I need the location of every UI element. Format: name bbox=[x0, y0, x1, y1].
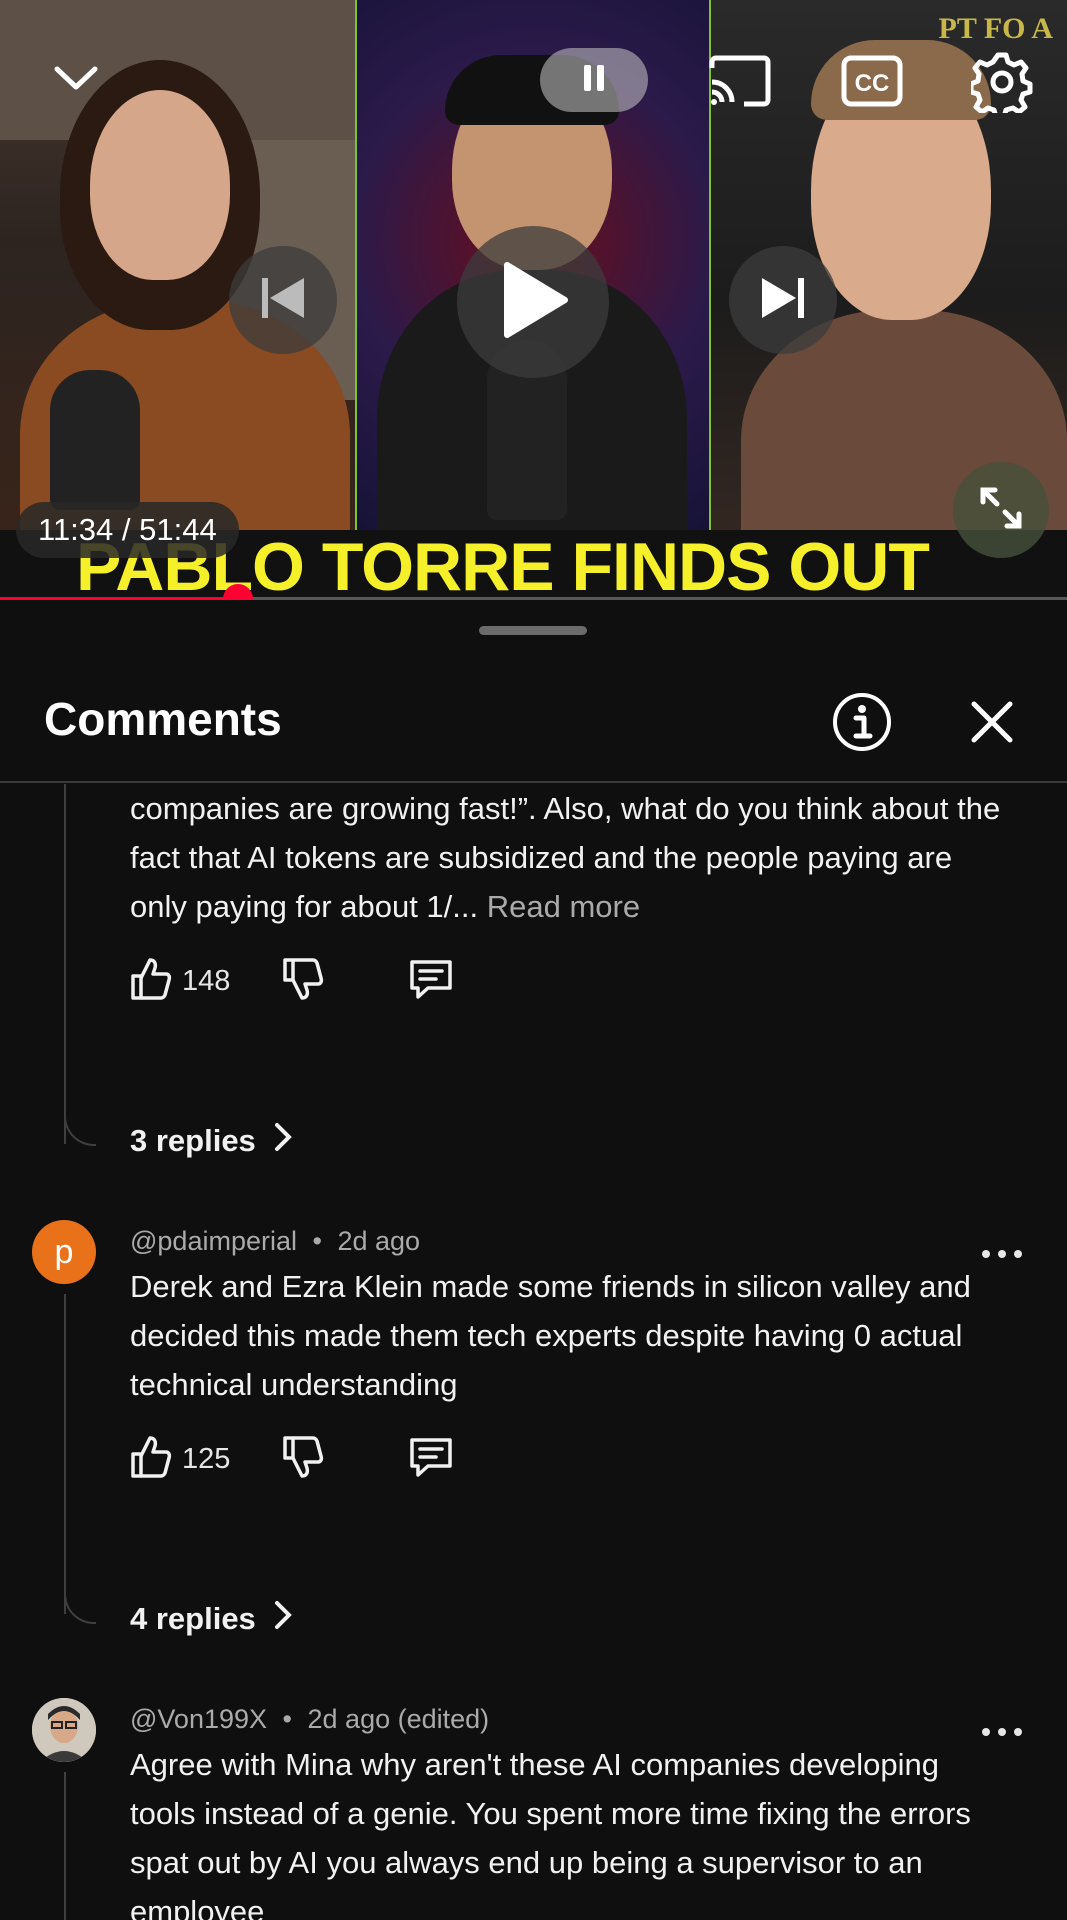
cast-icon[interactable] bbox=[706, 52, 774, 110]
comment-author[interactable]: @pdaimperial bbox=[130, 1226, 297, 1256]
comment-age: 2d ago bbox=[337, 1226, 421, 1256]
comment-reply-icon bbox=[408, 1435, 454, 1484]
thread-curve bbox=[64, 1560, 96, 1624]
thread-line bbox=[64, 1772, 66, 1920]
previous-button[interactable] bbox=[229, 246, 337, 354]
avatar[interactable]: p bbox=[32, 1220, 96, 1284]
reply-button[interactable] bbox=[408, 1435, 454, 1484]
like-count: 148 bbox=[182, 964, 231, 997]
thumbs-up-icon bbox=[130, 957, 172, 1006]
header-divider bbox=[0, 781, 1067, 783]
replies-toggle[interactable]: 4 replies bbox=[130, 1600, 292, 1638]
comments-sheet: Comments companies are growing fast!”. A… bbox=[0, 602, 1067, 1920]
thumbs-down-icon bbox=[282, 957, 324, 1006]
comment-author[interactable]: @Von199X bbox=[130, 1704, 267, 1734]
fullscreen-expand-icon bbox=[977, 484, 1025, 537]
comments-title: Comments bbox=[44, 693, 282, 745]
comment-actions: 125 bbox=[130, 1434, 454, 1484]
comment-actions: 148 bbox=[130, 956, 454, 1006]
chevron-right-icon bbox=[274, 1122, 292, 1160]
captions-icon[interactable]: CC bbox=[840, 54, 904, 108]
replies-toggle[interactable]: 3 replies bbox=[130, 1122, 292, 1160]
play-icon bbox=[497, 261, 569, 344]
comment-meta: @pdaimperial • 2d ago bbox=[130, 1226, 421, 1256]
close-icon[interactable] bbox=[960, 690, 1024, 754]
channel-logo: PT FO A bbox=[938, 12, 1053, 45]
comments-list: companies are growing fast!”. Also, what… bbox=[0, 784, 1067, 1920]
comment-age: 2d ago (edited) bbox=[307, 1704, 490, 1734]
comment-text: Agree with Mina why aren't these AI comp… bbox=[130, 1747, 971, 1920]
reply-button[interactable] bbox=[408, 957, 454, 1006]
like-button[interactable]: 148 bbox=[130, 957, 230, 1006]
comments-header: Comments bbox=[0, 662, 1067, 783]
avatar-letter: p bbox=[54, 1232, 74, 1271]
comment-reply-icon bbox=[408, 957, 454, 1006]
profile-photo-icon bbox=[32, 1698, 96, 1762]
avatar[interactable] bbox=[32, 1698, 96, 1762]
drag-handle[interactable] bbox=[479, 626, 587, 635]
like-count: 125 bbox=[182, 1442, 231, 1475]
skip-previous-icon bbox=[258, 276, 308, 325]
replies-label: 3 replies bbox=[130, 1123, 256, 1158]
autoplay-toggle[interactable] bbox=[540, 48, 648, 112]
svg-text:CC: CC bbox=[855, 70, 890, 97]
dislike-button[interactable] bbox=[282, 1435, 324, 1484]
like-button[interactable]: 125 bbox=[130, 1435, 230, 1484]
read-more-link[interactable]: Read more bbox=[487, 889, 640, 924]
thumbs-down-icon bbox=[282, 1435, 324, 1484]
video-player[interactable]: PABLO TORRE FINDS OUT PT FO A CC 11:34 /… bbox=[0, 0, 1067, 600]
thumbs-up-icon bbox=[130, 1435, 172, 1484]
settings-gear-icon[interactable] bbox=[970, 50, 1034, 114]
replies-label: 4 replies bbox=[130, 1601, 256, 1636]
progress-fill bbox=[0, 597, 238, 600]
skip-next-icon bbox=[758, 276, 808, 325]
dislike-button[interactable] bbox=[282, 957, 324, 1006]
comment-text: Derek and Ezra Klein made some friends i… bbox=[130, 1269, 971, 1402]
chevron-right-icon bbox=[274, 1600, 292, 1638]
next-button[interactable] bbox=[729, 246, 837, 354]
thread-curve bbox=[64, 1084, 96, 1146]
pause-small-icon bbox=[581, 63, 607, 98]
collapse-chevron-icon[interactable] bbox=[44, 50, 108, 106]
comment-meta: @Von199X • 2d ago (edited) bbox=[130, 1704, 490, 1734]
info-icon[interactable] bbox=[830, 690, 894, 754]
time-display: 11:34 / 51:44 bbox=[16, 502, 239, 558]
play-button[interactable] bbox=[457, 226, 609, 378]
comment-text: companies are growing fast!”. Also, what… bbox=[130, 784, 1010, 931]
fullscreen-button[interactable] bbox=[953, 462, 1049, 558]
